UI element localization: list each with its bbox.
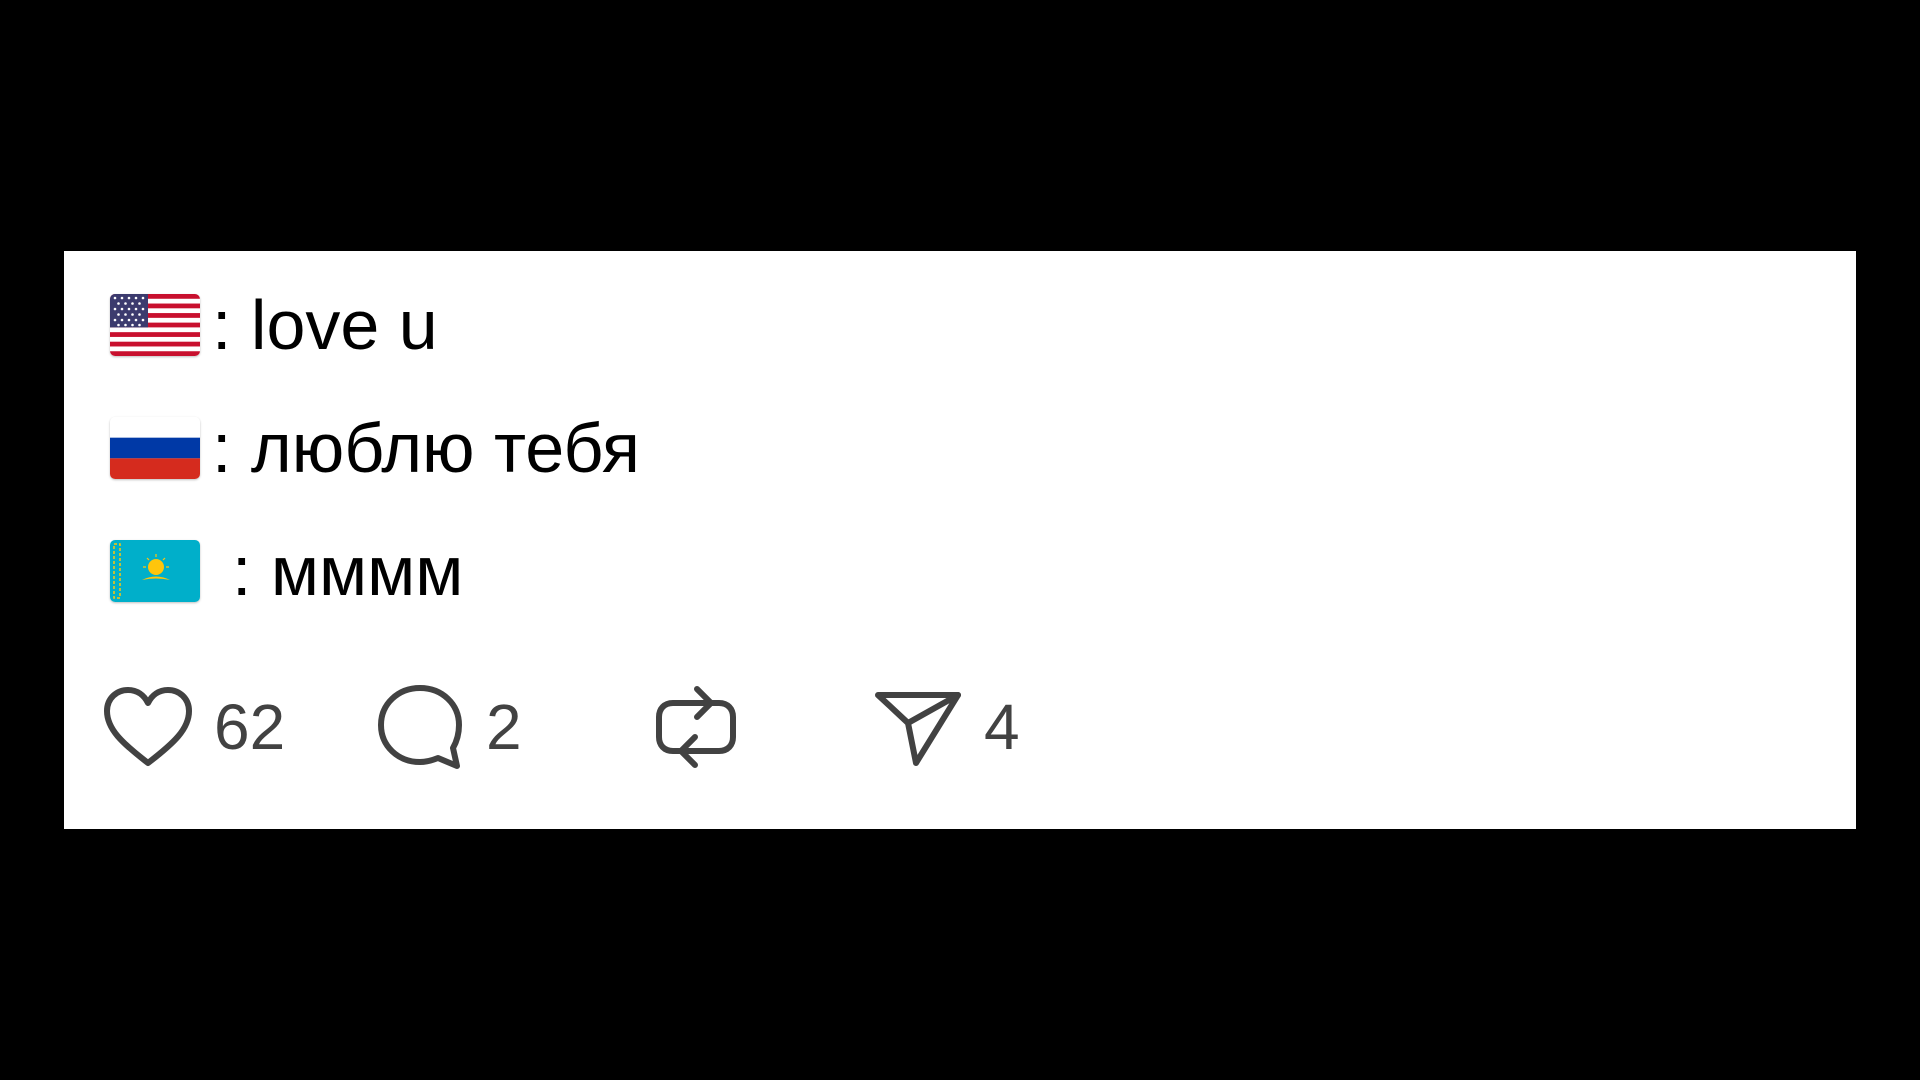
share-button[interactable]: 4 — [870, 679, 1020, 775]
russia-flag-icon — [110, 417, 200, 479]
comment-bubble-icon[interactable] — [372, 679, 468, 775]
comment-button[interactable]: 2 — [372, 679, 522, 775]
paper-plane-icon[interactable] — [870, 679, 966, 775]
post-card: : love u : люблю тебя: мммм 62 2 4 — [64, 251, 1856, 829]
heart-icon[interactable] — [100, 679, 196, 775]
kazakhstan-flag-icon — [110, 540, 200, 602]
us-flag-icon — [110, 294, 200, 356]
post-line-text: : люблю тебя — [212, 409, 640, 487]
repost-button[interactable] — [648, 679, 744, 775]
post-line-english: : love u — [110, 285, 438, 365]
like-count: 62 — [214, 691, 286, 763]
repost-icon[interactable] — [648, 679, 744, 775]
like-button[interactable]: 62 — [100, 679, 285, 775]
comment-count: 2 — [486, 691, 522, 763]
share-count: 4 — [984, 691, 1020, 763]
post-line-text: : love u — [212, 286, 438, 364]
post-line-russian: : люблю тебя — [110, 408, 640, 488]
post-line-kazakh: : мммм — [110, 531, 463, 611]
post-line-text: : мммм — [232, 532, 464, 610]
post-actions-bar: 62 2 4 — [100, 679, 1200, 775]
